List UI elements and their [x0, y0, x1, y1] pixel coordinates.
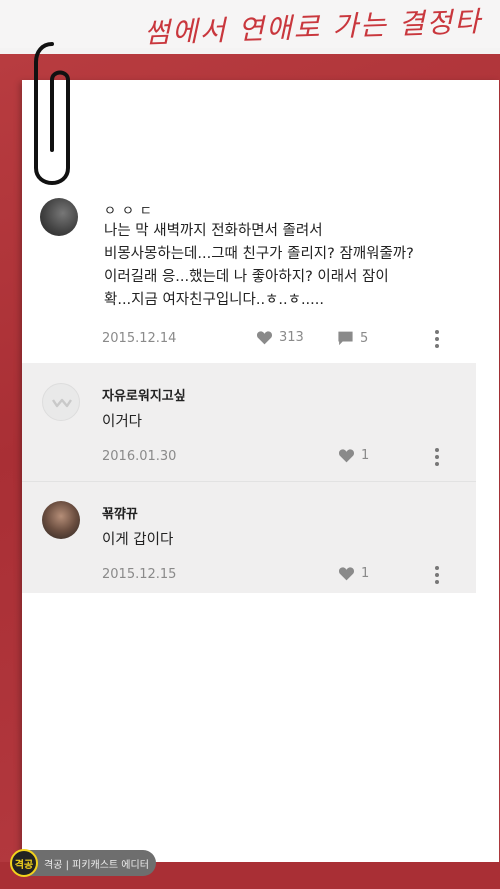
kebab-menu-icon[interactable] [434, 330, 440, 348]
kebab-menu-icon[interactable] [434, 566, 440, 584]
comment-button[interactable]: 5 [337, 330, 368, 346]
reply-date: 2015.12.15 [102, 567, 177, 582]
comment-count: 5 [360, 330, 369, 346]
kebab-menu-icon[interactable] [434, 448, 440, 466]
post-date: 2015.12.14 [102, 331, 177, 346]
default-avatar-icon [52, 398, 72, 408]
reply-author: 자유로워지고싶 [102, 389, 186, 404]
editor-logo: 격공 [10, 849, 38, 877]
paperclip-icon [34, 42, 70, 185]
avatar[interactable] [40, 198, 78, 236]
post-author: ㅇㅇㄷ [104, 204, 158, 219]
like-button[interactable]: 313 [256, 330, 304, 345]
reply-like-button[interactable]: 1 [338, 566, 369, 581]
post-text: 나는 막 새벽까지 전화하면서 졸려서 비몽사몽하는데...그때 친구가 졸리지… [104, 223, 414, 308]
reply-date: 2016.01.30 [102, 449, 177, 464]
reply-text: 이게 갑이다 [102, 532, 174, 548]
reply-text: 이거다 [102, 414, 143, 430]
reply-author: 꾞꺆뀨 [102, 507, 138, 522]
speech-bubble-icon [338, 331, 353, 346]
like-count: 313 [279, 330, 304, 345]
reply-like-count: 1 [361, 566, 370, 581]
avatar[interactable] [42, 501, 80, 539]
reply-like-count: 1 [361, 448, 370, 463]
heart-icon [338, 449, 355, 463]
heart-icon [256, 331, 273, 345]
reply-like-button[interactable]: 1 [338, 448, 369, 463]
heart-icon [338, 567, 355, 581]
divider [22, 481, 476, 482]
avatar[interactable] [42, 383, 80, 421]
comments-section: 자유로워지고싶 이거다 2016.01.30 1 꾞꺆뀨 이게 갑이다 2015… [22, 363, 476, 593]
